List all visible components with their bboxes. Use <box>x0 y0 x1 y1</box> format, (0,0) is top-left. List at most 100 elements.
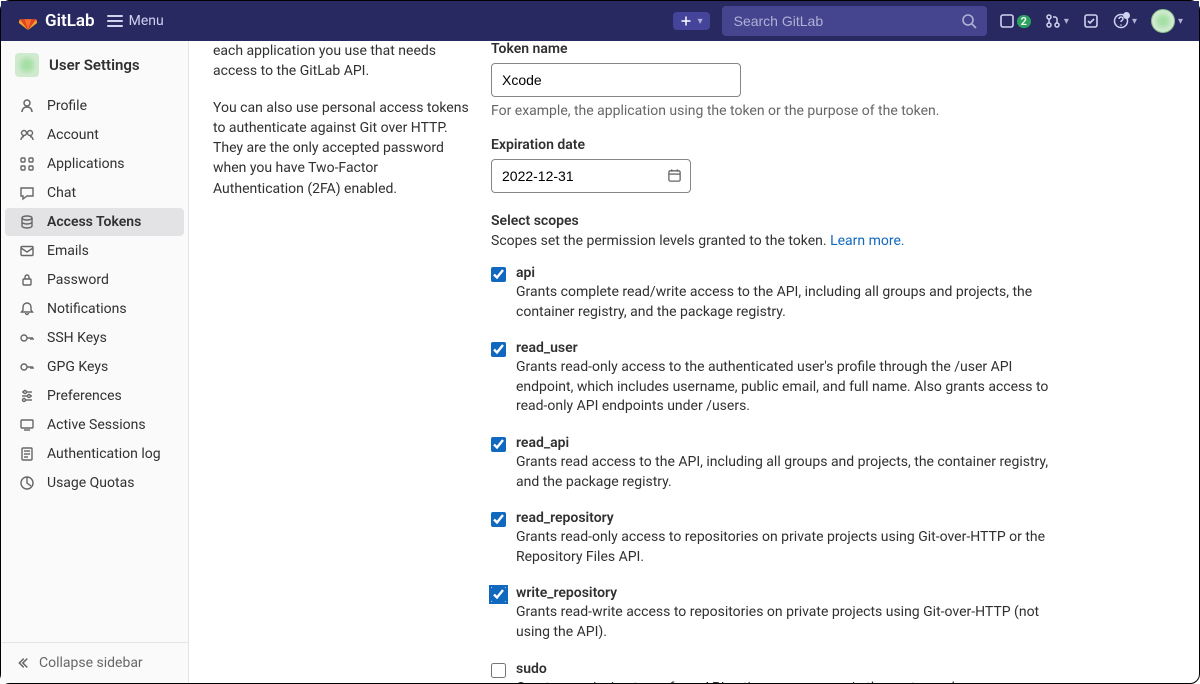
emails-icon <box>19 243 35 259</box>
chevron-down-icon: ▾ <box>1178 16 1183 27</box>
issues-button[interactable]: 2 <box>999 13 1031 29</box>
scope-name: read_api <box>516 435 1051 451</box>
tokens-icon <box>19 214 35 230</box>
sidebar-header: User Settings <box>1 41 188 89</box>
sidebar-item-label: Password <box>47 272 109 288</box>
sidebar-item-preferences[interactable]: Preferences <box>5 382 184 410</box>
intro-paragraph: You can also use personal access tokens … <box>213 98 471 199</box>
sidebar-item-label: Notifications <box>47 301 127 317</box>
sidebar-item-access-tokens[interactable]: Access Tokens <box>5 208 184 236</box>
menu-button[interactable]: Menu <box>107 13 164 29</box>
gpgkeys-icon <box>19 359 35 375</box>
preferences-icon <box>19 388 35 404</box>
sidebar-item-label: Authentication log <box>47 446 161 462</box>
sidebar-item-account[interactable]: Account <box>5 121 184 149</box>
sessions-icon <box>19 417 35 433</box>
scopes-hint: Scopes set the permission levels granted… <box>491 233 1051 249</box>
sidebar-item-profile[interactable]: Profile <box>5 92 184 120</box>
intro-paragraph: each application you use that needs acce… <box>213 41 471 82</box>
scope-checkbox-sudo[interactable] <box>491 663 506 678</box>
search-icon <box>961 13 977 29</box>
scope-desc: Grants read-only access to repositories … <box>516 529 1045 565</box>
calendar-icon[interactable] <box>667 168 682 183</box>
scope-row-sudo: sudo Grants permission to perform API act… <box>491 661 1051 683</box>
sshkeys-icon <box>19 330 35 346</box>
scope-name: read_user <box>516 340 1051 356</box>
sidebar-item-label: Preferences <box>47 388 122 404</box>
sidebar-item-label: Account <box>47 127 99 143</box>
sidebar-item-authentication-log[interactable]: Authentication log <box>5 440 184 468</box>
scope-name: write_repository <box>516 585 1051 601</box>
sidebar-item-applications[interactable]: Applications <box>5 150 184 178</box>
scope-name: read_repository <box>516 510 1051 526</box>
expiration-input[interactable] <box>491 159 691 193</box>
brand-logo[interactable]: GitLab <box>17 10 95 32</box>
new-button[interactable]: ▾ <box>673 12 710 30</box>
avatar <box>1151 9 1175 33</box>
hamburger-icon <box>107 15 123 27</box>
scope-row-api: apiGrants complete read/write access to … <box>491 265 1051 322</box>
scope-desc: Grants read-only access to the authentic… <box>516 359 1048 414</box>
avatar <box>15 53 39 77</box>
search-input[interactable] <box>722 6 987 36</box>
sidebar-item-label: Access Tokens <box>47 214 141 230</box>
sidebar-item-usage-quotas[interactable]: Usage Quotas <box>5 469 184 497</box>
scope-checkbox-write_repository[interactable] <box>491 587 506 602</box>
sidebar: User Settings Profile Account Applications… <box>1 41 189 683</box>
sidebar-item-label: Usage Quotas <box>47 475 134 491</box>
sidebar-item-chat[interactable]: Chat <box>5 179 184 207</box>
scope-desc: Grants read access to the API, including… <box>516 454 1048 490</box>
issues-icon <box>999 13 1015 29</box>
notification-dot <box>1123 12 1130 19</box>
chat-icon <box>19 185 35 201</box>
chevron-down-icon: ▾ <box>1132 16 1137 27</box>
scope-checkbox-read_user[interactable] <box>491 342 506 357</box>
scope-checkbox-read_repository[interactable] <box>491 512 506 527</box>
sidebar-item-password[interactable]: Password <box>5 266 184 294</box>
scope-row-write_repository: write_repositoryGrants read-write access… <box>491 585 1051 642</box>
scopes-list: apiGrants complete read/write access to … <box>491 265 1051 683</box>
profile-icon <box>19 98 35 114</box>
sidebar-item-label: GPG Keys <box>47 359 108 375</box>
issues-count-badge: 2 <box>1017 15 1031 28</box>
main-content: each application you use that needs acce… <box>189 41 1199 683</box>
sidebar-item-label: Chat <box>47 185 76 201</box>
sidebar-item-label: Profile <box>47 98 87 114</box>
sidebar-item-label: Active Sessions <box>47 417 146 433</box>
brand-text: GitLab <box>45 11 95 31</box>
sidebar-title: User Settings <box>49 56 140 74</box>
token-name-hint: For example, the application using the t… <box>491 103 1051 119</box>
menu-label: Menu <box>129 13 164 29</box>
user-menu[interactable]: ▾ <box>1151 9 1183 33</box>
chevron-down-icon: ▾ <box>698 16 703 27</box>
merge-requests-button[interactable]: ▾ <box>1045 13 1069 29</box>
sidebar-item-notifications[interactable]: Notifications <box>5 295 184 323</box>
sidebar-item-ssh-keys[interactable]: SSH Keys <box>5 324 184 352</box>
expiration-label: Expiration date <box>491 137 1051 153</box>
todos-icon <box>1083 13 1099 29</box>
todos-button[interactable] <box>1083 13 1099 29</box>
collapse-label: Collapse sidebar <box>39 655 143 671</box>
account-icon <box>19 127 35 143</box>
sidebar-item-emails[interactable]: Emails <box>5 237 184 265</box>
learn-more-link[interactable]: Learn more. <box>830 233 905 249</box>
sidebar-item-label: SSH Keys <box>47 330 107 346</box>
collapse-sidebar-button[interactable]: Collapse sidebar <box>1 642 188 683</box>
token-name-input[interactable] <box>491 63 741 97</box>
scope-checkbox-read_api[interactable] <box>491 437 506 452</box>
sidebar-item-label: Applications <box>47 156 125 172</box>
scope-checkbox-api[interactable] <box>491 267 506 282</box>
intro-column: each application you use that needs acce… <box>213 41 491 683</box>
password-icon <box>19 272 35 288</box>
sidebar-item-gpg-keys[interactable]: GPG Keys <box>5 353 184 381</box>
search-box <box>722 6 987 36</box>
sidebar-item-active-sessions[interactable]: Active Sessions <box>5 411 184 439</box>
topbar: GitLab Menu ▾ 2 ▾ ▾ ▾ <box>1 1 1199 41</box>
scope-name: sudo <box>516 661 1051 677</box>
authlog-icon <box>19 446 35 462</box>
scope-row-read_repository: read_repository Grants read-only access t… <box>491 510 1051 567</box>
help-button[interactable]: ▾ <box>1113 13 1137 29</box>
form-column: Token name For example, the application … <box>491 41 1051 683</box>
scope-name: api <box>516 265 1051 281</box>
scope-desc: Grants permission to perform API actions… <box>516 680 974 683</box>
